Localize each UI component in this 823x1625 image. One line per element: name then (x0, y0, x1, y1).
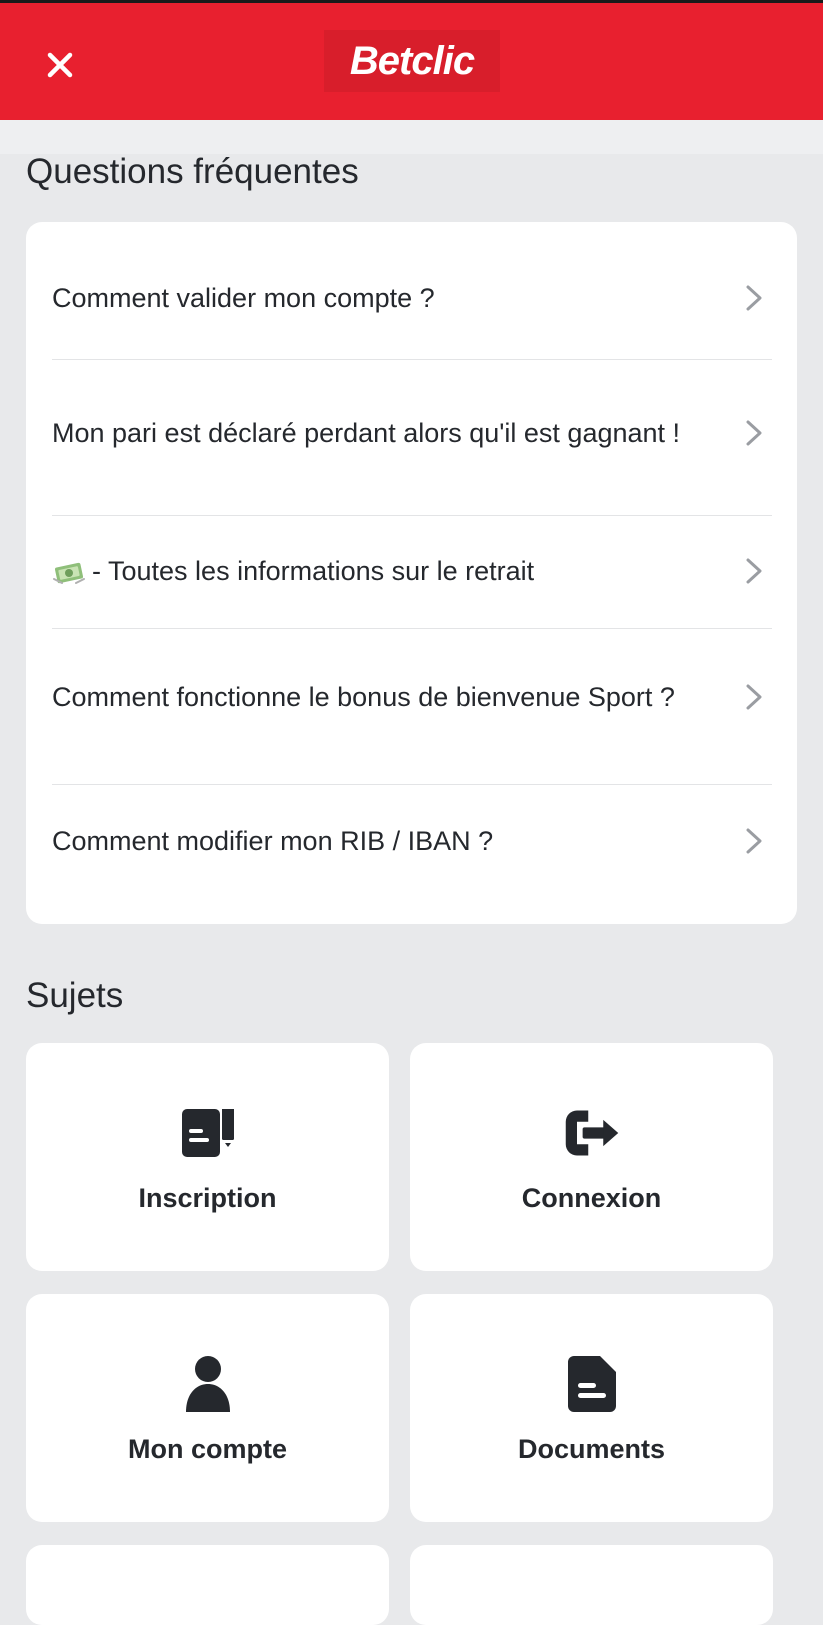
chevron-right-icon (746, 684, 762, 710)
faq-section-title: Questions fréquentes (26, 152, 359, 191)
faq-item-withdrawal[interactable]: - Toutes les informations sur le retrait (52, 522, 772, 620)
faq-divider (52, 359, 772, 360)
topic-tile-label: Connexion (521, 1183, 662, 1213)
chevron-right-icon (746, 420, 762, 446)
topic-tile-label: Mon compte (128, 1434, 287, 1464)
close-icon (47, 52, 73, 78)
faq-item-label: - Toutes les informations sur le retrait (52, 549, 692, 593)
topics-section-title: Sujets (26, 976, 124, 1015)
chevron-right-icon (746, 285, 762, 311)
chevron-right-icon (746, 558, 762, 584)
betclic-logo: Betclic (324, 30, 500, 92)
faq-item-label: Mon pari est déclaré perdant alors qu'il… (52, 418, 681, 448)
topic-tile-documents[interactable]: Documents (410, 1294, 773, 1522)
chevron-right-icon (746, 828, 762, 854)
close-button[interactable] (36, 41, 84, 89)
registration-icon (178, 1103, 238, 1163)
faq-divider (52, 784, 772, 785)
faq-item-lost-bet[interactable]: Mon pari est déclaré perdant alors qu'il… (52, 372, 772, 494)
topic-tile-partial[interactable] (410, 1545, 773, 1625)
header-shadow-bar (0, 120, 823, 154)
topic-tile-label: Documents (517, 1434, 666, 1464)
faq-card: Comment valider mon compte ? Mon pari es… (26, 222, 797, 924)
faq-item-modify-iban[interactable]: Comment modifier mon RIB / IBAN ? (52, 792, 772, 890)
money-icon (53, 562, 85, 584)
topic-tile-connexion[interactable]: Connexion (410, 1043, 773, 1271)
faq-item-welcome-bonus[interactable]: Comment fonctionne le bonus de bienvenue… (52, 636, 772, 758)
faq-item-label: Comment modifier mon RIB / IBAN ? (52, 826, 494, 856)
user-icon (178, 1354, 238, 1414)
faq-divider (52, 515, 772, 516)
app-header: Betclic (0, 0, 823, 120)
login-icon (562, 1103, 622, 1163)
topic-tile-inscription[interactable]: Inscription (26, 1043, 389, 1271)
topic-tile-mon-compte[interactable]: Mon compte (26, 1294, 389, 1522)
faq-divider (52, 628, 772, 629)
topic-tile-label: Inscription (138, 1183, 277, 1213)
faq-item-validate-account[interactable]: Comment valider mon compte ? (52, 254, 772, 342)
document-icon (562, 1354, 622, 1414)
topic-tile-partial[interactable] (26, 1545, 389, 1625)
faq-item-label: Comment valider mon compte ? (52, 283, 435, 313)
faq-item-label: Comment fonctionne le bonus de bienvenue… (52, 682, 675, 712)
